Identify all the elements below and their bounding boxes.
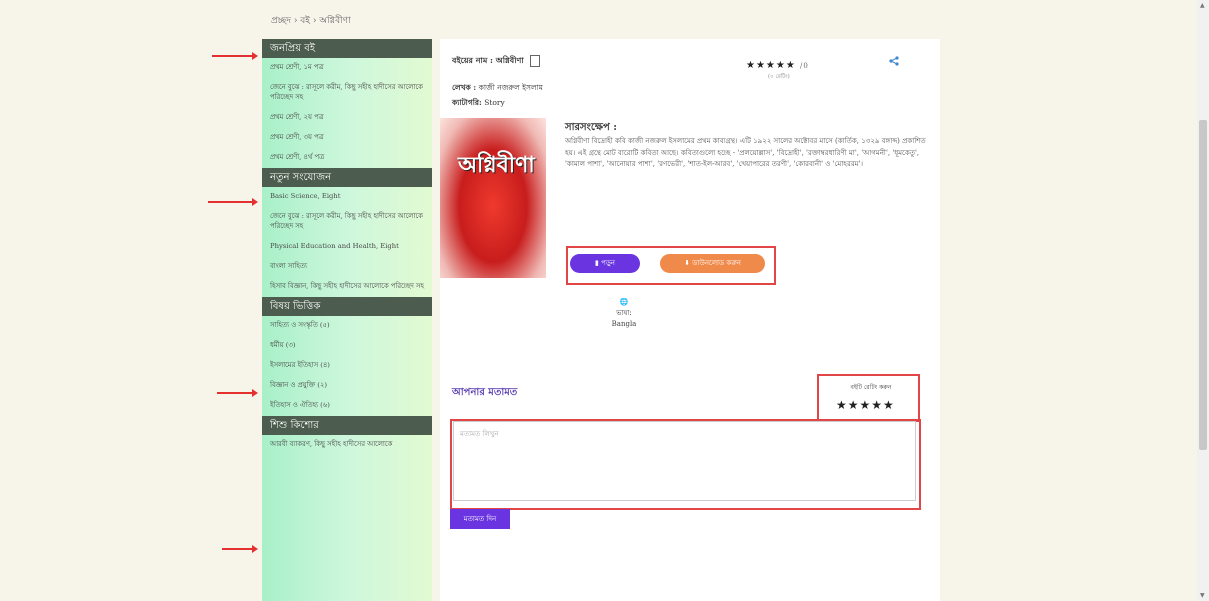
book-cover-image: অগ্নিবীণা [440,118,546,278]
scrollbar-thumb[interactable] [1199,120,1207,450]
rating-stars-glyphs: ★★★★★ [746,60,796,71]
rating-subtext: (০ রেটিং) [768,74,790,80]
cover-title-text: অগ্নিবীণা [458,152,535,178]
annotation-arrow [222,545,258,553]
sidebar-item[interactable]: বাংলা সাহিত্য [262,257,432,277]
author-row: লেখক : কাজী নজরুল ইসলাম [452,83,543,95]
sidebar-item[interactable]: Physical Education and Health, Eight [262,237,432,257]
rating-stars: ★★★★★ /0 [746,60,809,71]
sidebar-item[interactable]: প্রথম শ্রেণী, ১ম পত্র [262,58,432,78]
sidebar-heading-children: শিশু কিশোর [262,416,432,435]
language-label: ভাষা: [616,309,632,317]
rate-label: বইটি রেটিং করুন [850,384,892,391]
sidebar-heading-subject: বিষয় ভিত্তিক [262,297,432,316]
sidebar-item[interactable]: ইতিহাস ও ঐতিহ্য (৬) [262,396,432,416]
summary-title: সারসংক্ষেপ : [565,122,617,133]
sidebar-item[interactable]: হিসাব বিজ্ঞান, কিছু সহীহ হাদীসের আলোকে প… [262,277,432,297]
author-link[interactable]: কাজী নজরুল ইসলাম [479,83,543,92]
download-button-label: ডাউনলোড করুন [692,259,741,267]
sidebar: জনপ্রিয় বই প্রথম শ্রেণী, ১ম পত্র জেনে ব… [262,39,432,601]
sidebar-heading-popular: জনপ্রিয় বই [262,39,432,58]
category-label: ক্যাটাগরি: [452,98,482,107]
scroll-up-icon[interactable]: ▲ [1200,2,1205,9]
annotation-arrow [212,52,258,60]
sidebar-heading-new: নতুন সংযোজন [262,168,432,187]
sidebar-item[interactable]: জেনে বুঝে : রাসূলে করীম, কিছু সহীহ হাদীস… [262,207,432,237]
feedback-title: আপনার মতামত [452,387,518,398]
sidebar-item[interactable]: ইসলামের ইতিহাস (৪) [262,356,432,376]
sidebar-item[interactable]: ধর্মীয় (৩) [262,336,432,356]
sidebar-item[interactable]: আরবী ব্যাকরণ, কিছু সহীহ হাদীসের আলোকে [262,435,432,455]
download-button[interactable]: ⬇ ডাউনলোড করুন [660,254,765,273]
download-icon: ⬇ [684,259,693,267]
sidebar-item[interactable]: প্রথম শ্রেণী, ২য় পত্র [262,108,432,128]
read-button-label: পড়ুন [601,259,615,267]
summary-text: অগ্নিবীণা বিদ্রোহী কবি কাজী নজরুল ইসলামে… [565,137,926,168]
breadcrumb: প্রচ্ছদ › বই › অগ্নিবীণা [271,16,351,26]
sidebar-item[interactable]: প্রথম শ্রেণী, ৩য় পত্র [262,128,432,148]
read-button[interactable]: ▮ পড়ুন [570,254,640,273]
language-value: Bangla [611,320,637,328]
sidebar-item[interactable]: প্রথম শ্রেণী, ৪র্থ পত্র [262,148,432,168]
sidebar-item[interactable]: জেনে বুঝে : রাসূলে করীম, কিছু সহীহ হাদীস… [262,78,432,108]
scroll-down-icon[interactable]: ▼ [1200,592,1205,599]
sidebar-item[interactable]: বিজ্ঞান ও প্রযুক্তি (২) [262,376,432,396]
author-label: লেখক : [452,83,477,92]
submit-feedback-button[interactable]: মতামত দিন [450,509,510,529]
annotation-arrow [208,198,258,206]
category-row: ক্যাটাগরি: Story [452,98,505,110]
language-info: 🌐 ভাষা: Bangla [604,297,644,330]
sidebar-item[interactable]: Basic Science, Eight [262,187,432,207]
share-icon[interactable] [883,55,905,73]
book-name-label: বইয়ের নাম : অগ্নিবীণা [452,55,524,65]
book-name: বইয়ের নাম : অগ্নিবীণা [452,55,540,68]
category-value[interactable]: Story [484,98,505,107]
rating-count: /0 [800,62,809,70]
rate-stars-input[interactable]: ★★★★★ [836,398,895,412]
feedback-textarea[interactable]: মতামত লিখুন [453,421,916,501]
sidebar-item[interactable]: সাহিত্য ও সংস্কৃতি (৫) [262,316,432,336]
globe-icon: 🌐 [619,298,629,306]
bookmark-icon[interactable] [529,55,540,67]
annotation-arrow [217,389,258,397]
